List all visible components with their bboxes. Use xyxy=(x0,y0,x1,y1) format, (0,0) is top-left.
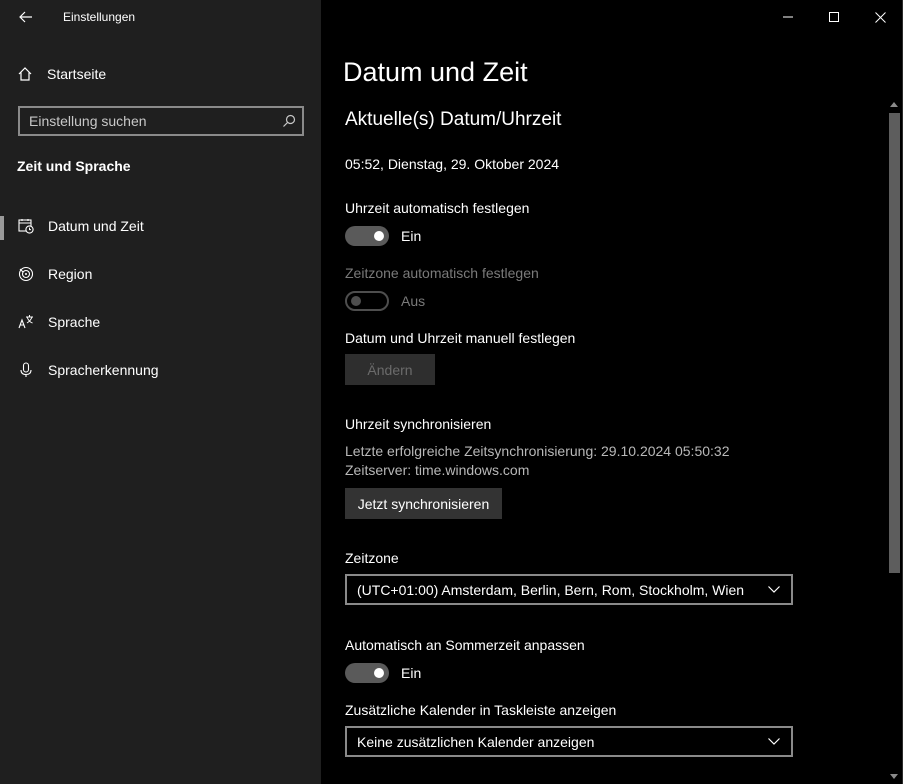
sidebar-home[interactable]: Startseite xyxy=(17,62,106,86)
last-sync-text: Letzte erfolgreiche Zeitsynchronisierung… xyxy=(345,443,730,459)
scroll-down-arrow-icon[interactable] xyxy=(885,768,902,784)
sidebar-item-label: Datum und Zeit xyxy=(48,218,144,234)
auto-timezone-state: Aus xyxy=(401,293,426,309)
sidebar-item-spracherkennung[interactable]: Spracherkennung xyxy=(0,350,321,390)
auto-timezone-toggle-row: Aus xyxy=(345,291,425,311)
scroll-up-arrow-icon[interactable] xyxy=(885,96,902,112)
current-datetime: 05:52, Dienstag, 29. Oktober 2024 xyxy=(345,156,560,172)
sync-title: Uhrzeit synchronisieren xyxy=(345,416,492,432)
microphone-icon xyxy=(17,361,35,379)
sidebar-item-sprache[interactable]: Sprache xyxy=(0,302,321,342)
dst-state: Ein xyxy=(401,665,422,681)
window-controls xyxy=(765,0,903,34)
auto-time-label: Uhrzeit automatisch festlegen xyxy=(345,200,530,216)
globe-icon xyxy=(17,265,35,283)
time-server-text: Zeitserver: time.windows.com xyxy=(345,462,530,478)
home-icon xyxy=(18,67,32,81)
maximize-icon xyxy=(829,12,839,22)
manual-datetime-label: Datum und Uhrzeit manuell festlegen xyxy=(345,330,576,346)
selection-indicator xyxy=(0,216,4,240)
vertical-scrollbar[interactable] xyxy=(885,96,902,784)
close-button[interactable] xyxy=(857,0,903,34)
calendar-dropdown[interactable]: Keine zusätzlichen Kalender anzeigen xyxy=(345,726,793,757)
timezone-label: Zeitzone xyxy=(345,550,399,566)
maximize-button[interactable] xyxy=(811,0,857,34)
timezone-value: (UTC+01:00) Amsterdam, Berlin, Bern, Rom… xyxy=(357,581,745,598)
language-icon xyxy=(17,313,35,331)
chevron-down-icon xyxy=(757,586,791,593)
window-title: Einstellungen xyxy=(63,10,136,24)
sidebar-item-label: Sprache xyxy=(48,314,101,330)
dst-label: Automatisch an Sommerzeit anpassen xyxy=(345,637,585,653)
sidebar-item-label: Region xyxy=(48,266,93,282)
change-button[interactable]: Ändern xyxy=(345,354,435,385)
search-input[interactable] xyxy=(29,113,276,129)
auto-timezone-label: Zeitzone automatisch festlegen xyxy=(345,265,539,281)
minimize-button[interactable] xyxy=(765,0,811,34)
sync-now-button[interactable]: Jetzt synchronisieren xyxy=(345,488,502,519)
page-title: Datum und Zeit xyxy=(343,57,528,87)
calendar-value: Keine zusätzlichen Kalender anzeigen xyxy=(357,733,595,750)
toggle-knob xyxy=(351,296,361,306)
minimize-icon xyxy=(783,16,793,18)
sidebar-item-label: Spracherkennung xyxy=(48,362,159,378)
section-subtitle: Aktuelle(s) Datum/Uhrzeit xyxy=(345,109,562,130)
calendar-label: Zusätzliche Kalender in Taskleiste anzei… xyxy=(345,702,617,718)
auto-timezone-toggle[interactable] xyxy=(345,291,389,311)
auto-time-state: Ein xyxy=(401,228,422,244)
sidebar-item-region[interactable]: Region xyxy=(0,254,321,294)
auto-time-toggle-row: Ein xyxy=(345,226,421,246)
search-icon[interactable] xyxy=(276,108,302,134)
chevron-down-icon xyxy=(757,738,791,745)
calendar-clock-icon xyxy=(17,217,35,235)
dst-toggle-row: Ein xyxy=(345,663,421,683)
scroll-thumb[interactable] xyxy=(889,113,900,573)
main-content: Datum und Zeit Aktuelle(s) Datum/Uhrzeit… xyxy=(321,0,903,784)
close-icon xyxy=(874,11,886,23)
sidebar-item-datum-und-zeit[interactable]: Datum und Zeit xyxy=(0,206,321,246)
dst-toggle[interactable] xyxy=(345,663,389,683)
sidebar-home-label: Startseite xyxy=(47,66,107,82)
search-box[interactable] xyxy=(18,106,304,136)
toggle-knob xyxy=(374,231,384,241)
section-title: Zeit und Sprache xyxy=(17,158,131,174)
back-button[interactable] xyxy=(12,5,40,29)
sidebar: Einstellungen Startseite Zeit und Sprach… xyxy=(0,0,321,784)
timezone-dropdown[interactable]: (UTC+01:00) Amsterdam, Berlin, Bern, Rom… xyxy=(345,574,793,605)
auto-time-toggle[interactable] xyxy=(345,226,389,246)
back-arrow-icon xyxy=(19,11,32,23)
toggle-knob xyxy=(374,668,384,678)
